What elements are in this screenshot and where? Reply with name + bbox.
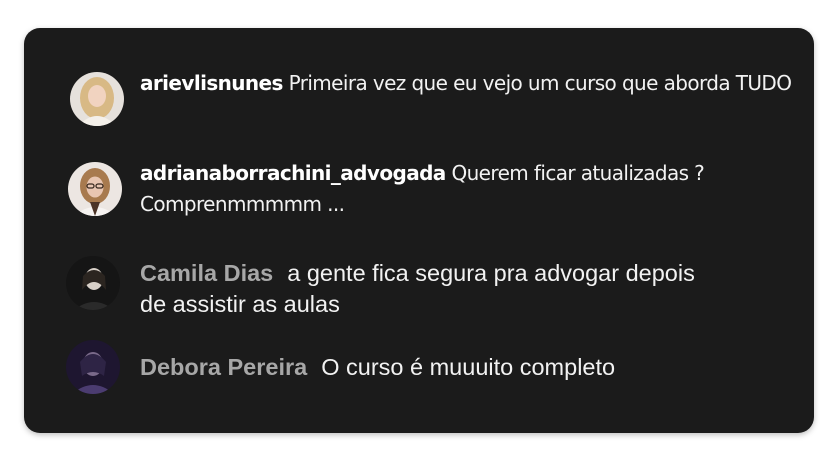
comment-username[interactable]: Camila Dias: [140, 260, 273, 286]
comment-username[interactable]: arievlisnunes: [140, 71, 283, 95]
user-avatar-icon[interactable]: [70, 72, 124, 126]
user-avatar-icon[interactable]: [68, 162, 122, 216]
comments-panel: arievlisnunes Primeira vez que eu vejo u…: [24, 28, 814, 433]
comment-username[interactable]: adrianaborrachini_advogada: [140, 161, 446, 185]
user-avatar-icon[interactable]: [66, 256, 120, 310]
user-avatar-icon[interactable]: [66, 340, 120, 394]
comment-body: O curso é muuuito completo: [321, 354, 616, 380]
comment-body: Primeira vez que eu vejo um curso que ab…: [288, 71, 792, 95]
comment-text: arievlisnunes Primeira vez que eu vejo u…: [140, 68, 800, 99]
comment-username[interactable]: Debora Pereira: [140, 354, 307, 380]
comment-text: Debora Pereira O curso é muuuito completo: [140, 352, 780, 383]
comment-text: adrianaborrachini_advogada Querem ficar …: [140, 158, 800, 220]
comment-text: Camila Dias a gente fica segura pra advog…: [140, 258, 700, 320]
